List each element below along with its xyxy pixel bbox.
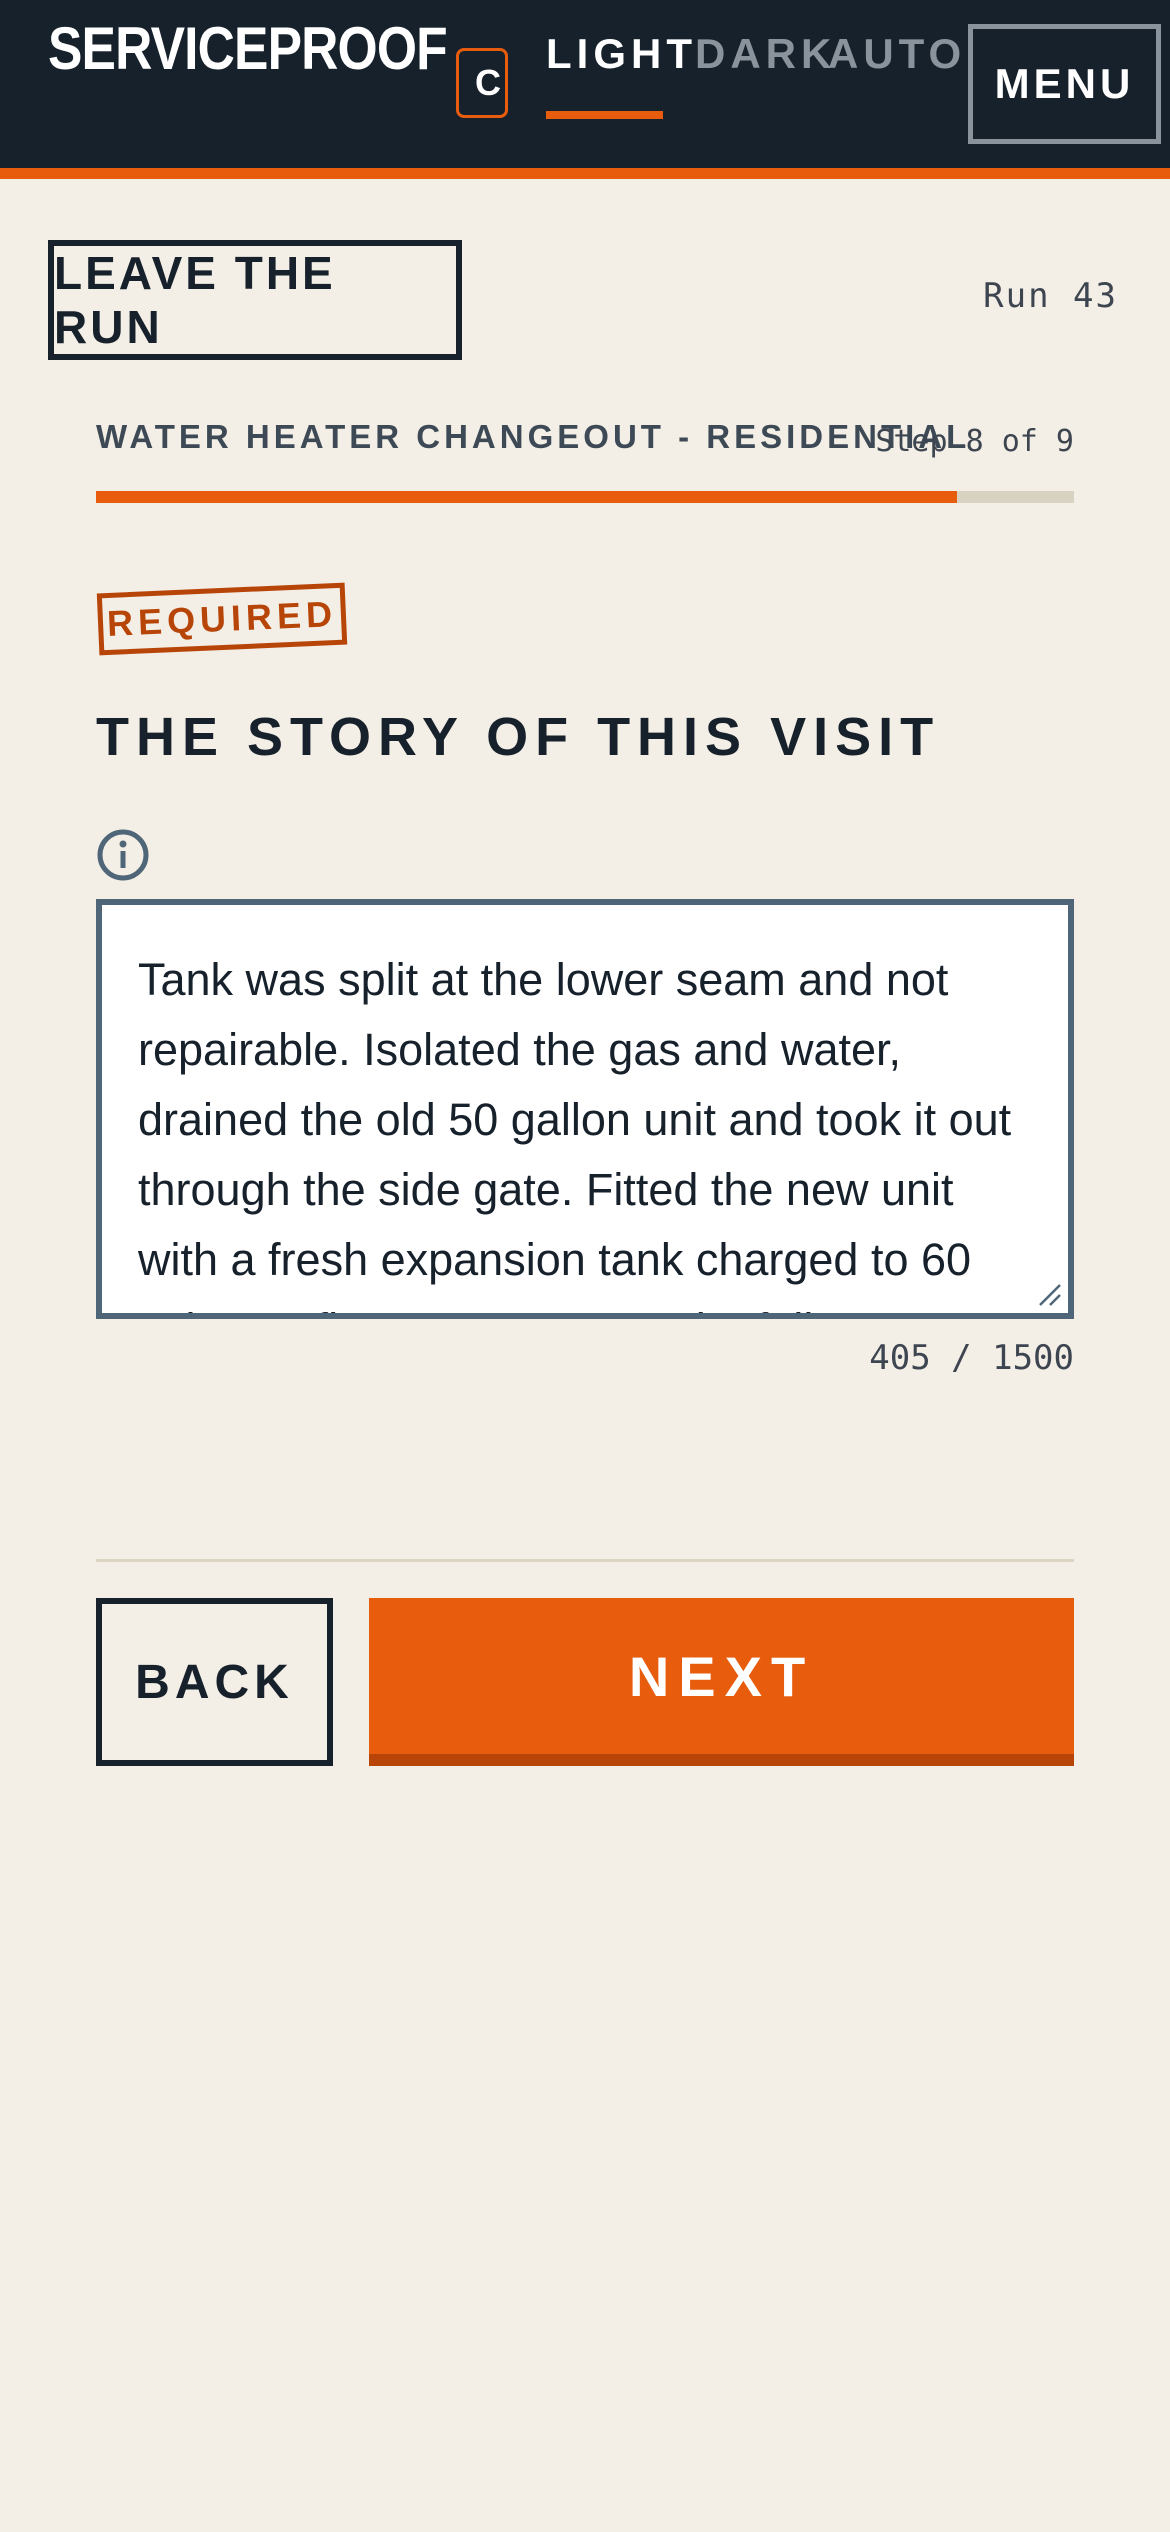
required-badge: REQUIRED <box>96 582 348 656</box>
brand-logo[interactable]: SERVICEPROOF <box>48 14 448 83</box>
back-button[interactable]: BACK <box>96 1598 333 1766</box>
step-counter: Step 8 of 9 <box>875 424 1074 459</box>
divider <box>96 1559 1074 1562</box>
contrast-toggle-button[interactable]: C <box>456 48 508 118</box>
menu-button[interactable]: MENU <box>968 24 1161 144</box>
leave-run-button[interactable]: LEAVE THE RUN <box>48 240 462 360</box>
character-count: 405 / 1500 <box>869 1338 1074 1378</box>
story-text[interactable]: Tank was split at the lower seam and not… <box>102 905 1068 1313</box>
theme-tab-dark[interactable]: DARK <box>695 30 836 90</box>
info-icon[interactable] <box>96 828 150 882</box>
progress-bar <box>96 491 1074 503</box>
active-tab-indicator <box>546 111 663 119</box>
next-button[interactable]: NEXT <box>369 1598 1074 1766</box>
question-title: THE STORY OF THIS VISIT <box>96 707 941 767</box>
theme-tab-auto[interactable]: AUTO <box>828 30 966 90</box>
story-textarea[interactable]: Tank was split at the lower seam and not… <box>96 899 1074 1319</box>
header-accent-stripe <box>0 168 1170 179</box>
theme-tab-light[interactable]: LIGHT <box>546 30 697 90</box>
progress-bar-fill <box>96 491 957 503</box>
job-title: WATER HEATER CHANGEOUT - RESIDENTIAL <box>96 418 971 455</box>
top-bar: SERVICEPROOF C LIGHT DARK AUTO MENU <box>0 0 1170 168</box>
resize-grip-icon[interactable] <box>1036 1281 1062 1307</box>
run-number: Run 43 <box>983 276 1118 316</box>
